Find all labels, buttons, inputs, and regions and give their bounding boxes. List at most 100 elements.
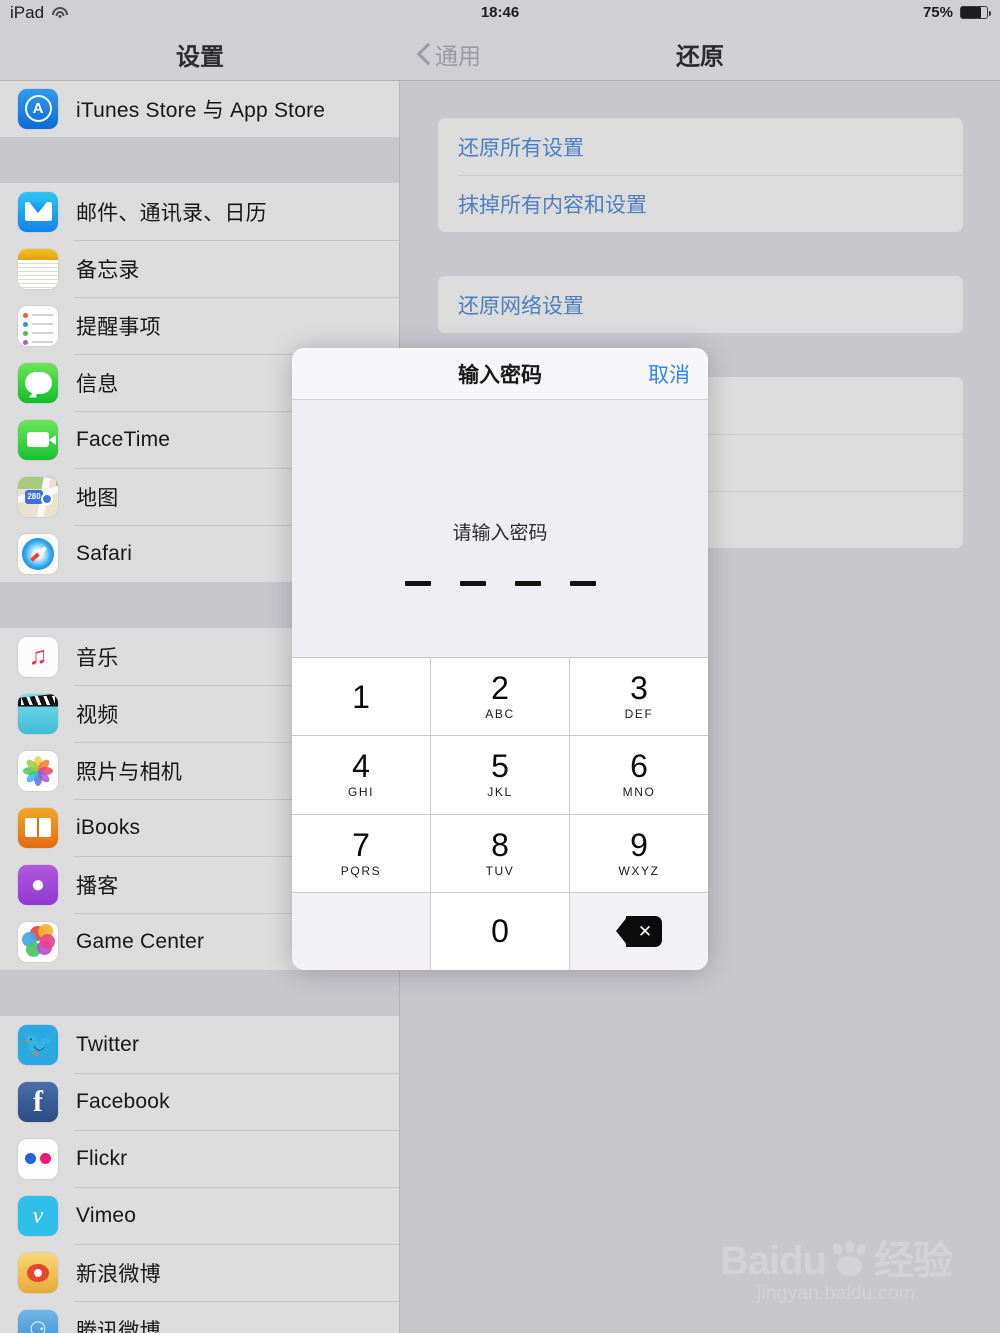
- keypad-key-7[interactable]: 7 PQRS: [292, 814, 430, 892]
- keypad-key-letters: WXYZ: [618, 863, 660, 878]
- sidebar-item-label: 音乐: [76, 646, 119, 670]
- passcode-dialog[interactable]: 输入密码 取消 请输入密码 1 2 ABC 3 DEF 4 GHI 5 JKL 6 MNO 7 PQRS…: [292, 348, 708, 970]
- keypad-key-4[interactable]: 4 GHI: [292, 736, 430, 814]
- sina-weibo-icon: [18, 1252, 58, 1293]
- cancel-button[interactable]: 取消: [648, 359, 690, 389]
- passcode-prompt: 请输入密码: [452, 523, 548, 544]
- passcode-dialog-body: 请输入密码: [292, 400, 708, 657]
- ibooks-icon: [18, 807, 58, 848]
- sidebar-item-备忘录[interactable]: 备忘录: [0, 240, 399, 297]
- sidebar-item-label: 照片与相机: [76, 760, 182, 784]
- keypad-key-letters: ABC: [485, 707, 515, 722]
- sidebar-item-label: iTunes Store 与 App Store: [76, 98, 326, 122]
- status-bar-right: 75%: [923, 4, 991, 21]
- reset-option-label: 还原网络设置: [458, 294, 584, 318]
- sidebar-item-label: 视频: [76, 703, 119, 727]
- sidebar-item-新浪微博[interactable]: 新浪微博: [0, 1244, 399, 1301]
- status-bar-time: 18:46: [480, 4, 520, 21]
- keypad-key-number: 1: [352, 678, 370, 715]
- keypad-key-number: 6: [630, 748, 648, 785]
- reset-option-label: 还原所有设置: [458, 136, 584, 160]
- keypad-delete-key[interactable]: ✕: [570, 892, 708, 970]
- delete-backward-icon: ✕: [616, 915, 662, 947]
- keypad-key-3[interactable]: 3 DEF: [570, 658, 708, 736]
- sidebar-item-腾讯微博[interactable]: ⚆ 腾讯微博: [0, 1301, 399, 1333]
- safari-icon: [18, 533, 58, 574]
- sidebar-item-flickr[interactable]: Flickr: [0, 1130, 399, 1187]
- keypad-key-number: 4: [352, 748, 370, 785]
- sidebar-item-label: Game Center: [76, 929, 205, 953]
- sidebar-item-label: 提醒事项: [76, 315, 161, 339]
- reset-options-group: 还原所有设置抹掉所有内容和设置: [438, 118, 963, 232]
- passcode-dash: [404, 581, 431, 586]
- sidebar-title: 设置: [176, 43, 224, 71]
- messages-icon: [18, 362, 58, 403]
- keypad-key-letters: TUV: [485, 863, 515, 878]
- sidebar-item-label: 腾讯微博: [76, 1319, 161, 1333]
- sidebar-item-label: iBooks: [76, 815, 141, 839]
- flickr-icon: [18, 1138, 58, 1179]
- videos-icon: [18, 693, 58, 734]
- reset-options-group: 还原网络设置: [438, 276, 963, 333]
- keypad-key-number: 9: [630, 826, 648, 863]
- sidebar-group-separator: [0, 137, 399, 183]
- keypad-key-number: 8: [491, 826, 509, 863]
- sidebar-item-itunes-store-与-app-store[interactable]: AiTunes Store 与 App Store: [0, 81, 399, 137]
- reset-option-row[interactable]: 还原所有设置: [438, 118, 963, 175]
- sidebar-item-label: 新浪微博: [76, 1262, 161, 1286]
- numeric-keypad[interactable]: 1 2 ABC 3 DEF 4 GHI 5 JKL 6 MNO 7 PQRS 8 TUV 9 WXYZ 0 ✕: [292, 657, 708, 970]
- baidu-url: jingyan.baidu.com: [756, 1283, 916, 1304]
- keypad-key-letters: PQRS: [340, 863, 382, 878]
- keypad-key-0[interactable]: 0: [431, 892, 569, 970]
- baidu-watermark: Baidu 经验 jingyan.baidu.com: [719, 1239, 953, 1305]
- sidebar-item-label: 备忘录: [76, 258, 140, 282]
- passcode-dialog-title: 输入密码: [458, 363, 542, 387]
- keypad-key-1[interactable]: 1: [292, 658, 430, 736]
- sidebar-item-facebook[interactable]: f Facebook: [0, 1073, 399, 1130]
- facebook-icon: f: [18, 1081, 58, 1122]
- app-store-icon: A: [18, 88, 58, 129]
- sidebar-item-label: 邮件、通讯录、日历: [76, 201, 267, 225]
- reset-option-row[interactable]: 还原网络设置: [438, 276, 963, 333]
- passcode-dash: [569, 581, 596, 586]
- reset-option-row[interactable]: 抹掉所有内容和设置: [438, 175, 963, 232]
- detail-nav-bar: 通用 还原: [400, 28, 1000, 81]
- keypad-key-number: 5: [491, 748, 509, 785]
- maps-icon: 280: [18, 476, 58, 517]
- page-title: 还原: [676, 43, 724, 71]
- reset-option-label: 抹掉所有内容和设置: [458, 193, 647, 217]
- keypad-key-8[interactable]: 8 TUV: [431, 814, 569, 892]
- sidebar-item-label: Vimeo: [76, 1203, 137, 1227]
- keypad-blank-key: [292, 892, 430, 970]
- sidebar-item-label: 地图: [76, 486, 119, 510]
- sidebar-group-separator: [0, 970, 399, 1016]
- sidebar-item-label: Safari: [76, 541, 133, 565]
- facetime-icon: [18, 419, 58, 460]
- sidebar-item-label: FaceTime: [76, 427, 171, 451]
- sidebar-item-邮件-通讯录-日历[interactable]: 邮件、通讯录、日历: [0, 183, 399, 240]
- sidebar-item-label: Twitter: [76, 1032, 140, 1056]
- vimeo-icon: v: [18, 1195, 58, 1236]
- passcode-field[interactable]: [292, 581, 708, 586]
- keypad-key-2[interactable]: 2 ABC: [431, 658, 569, 736]
- keypad-key-letters: JKL: [487, 785, 513, 800]
- keypad-key-number: 0: [491, 913, 509, 950]
- keypad-key-number: 3: [630, 670, 648, 707]
- sidebar-item-提醒事项[interactable]: 提醒事项: [0, 297, 399, 354]
- sidebar-item-label: Facebook: [76, 1089, 170, 1113]
- keypad-key-5[interactable]: 5 JKL: [431, 736, 569, 814]
- ipad-settings-screen: iPad 18:46 75% 设置 通用 还原 AiTunes Store 与 …: [0, 0, 1000, 1333]
- sidebar-item-twitter[interactable]: 🐦 Twitter: [0, 1016, 399, 1073]
- keypad-key-6[interactable]: 6 MNO: [570, 736, 708, 814]
- music-icon: ♫: [18, 636, 58, 677]
- keypad-key-9[interactable]: 9 WXYZ: [570, 814, 708, 892]
- reminders-icon: [18, 305, 58, 346]
- baidu-brand-text: Baidu: [719, 1239, 827, 1283]
- photos-icon: [18, 750, 58, 791]
- game-center-icon: [18, 921, 58, 962]
- sidebar-item-vimeo[interactable]: v Vimeo: [0, 1187, 399, 1244]
- paw-icon: [828, 1241, 872, 1279]
- twitter-icon: 🐦: [18, 1024, 58, 1065]
- battery-icon: [960, 6, 991, 19]
- sidebar-item-label: 播客: [76, 874, 119, 898]
